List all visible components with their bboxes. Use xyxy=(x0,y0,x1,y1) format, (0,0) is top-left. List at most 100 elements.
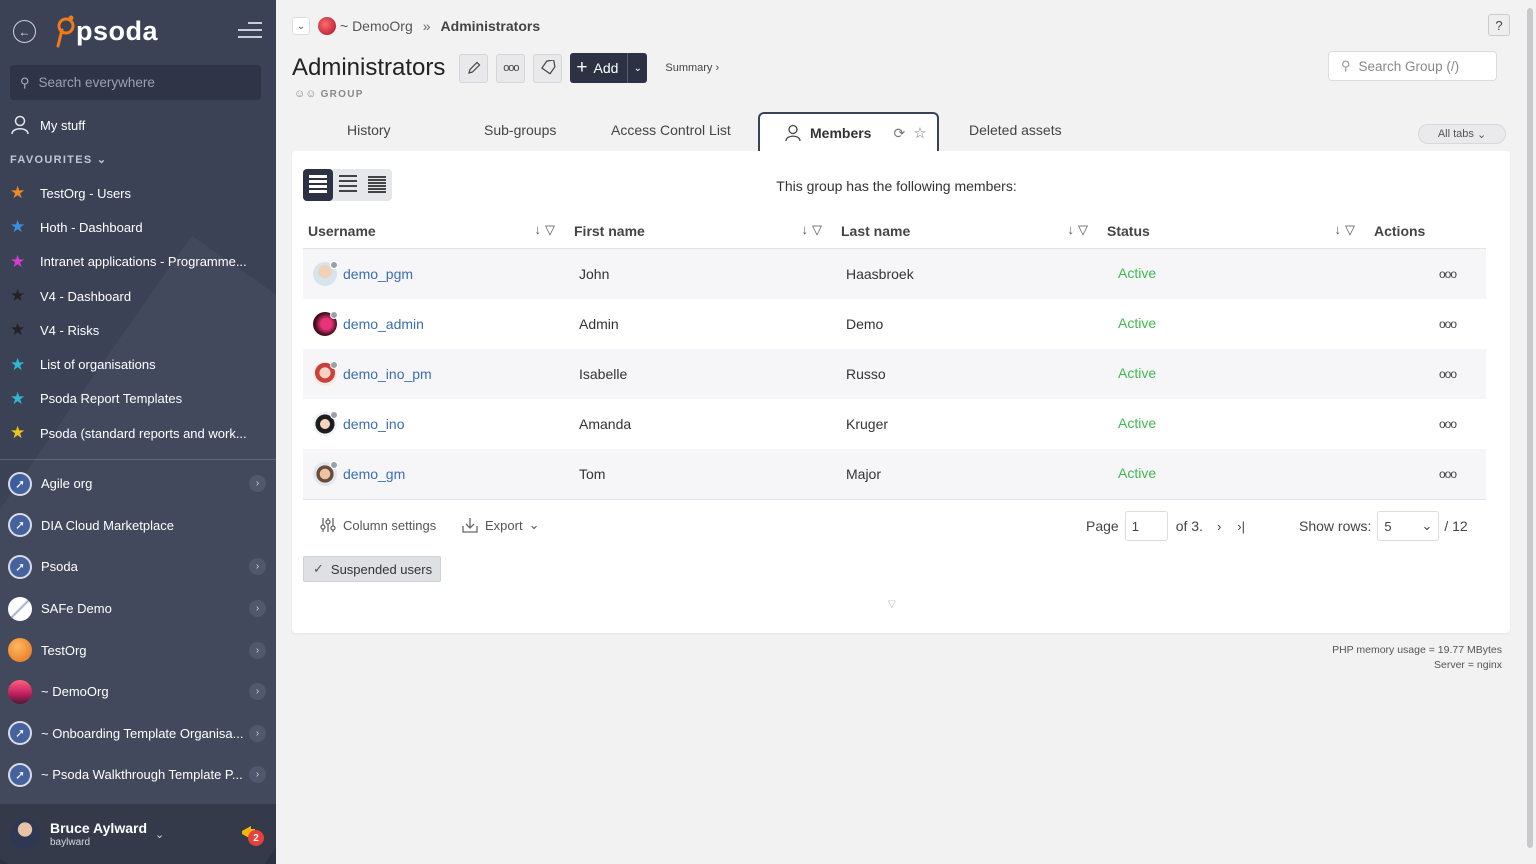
row-actions-button[interactable]: ooo xyxy=(1369,299,1486,349)
chevron-down-icon[interactable]: ⌄ xyxy=(627,53,647,83)
avatar xyxy=(313,361,338,386)
notification-count-badge: 2 xyxy=(248,830,264,846)
tab-deleted-assets[interactable]: Deleted assets xyxy=(969,122,1062,138)
collapse-menu-icon[interactable] xyxy=(238,22,262,40)
pagination: Page 1 of 3. › ›| xyxy=(1086,511,1245,541)
column-settings-button[interactable]: Column settings xyxy=(319,516,436,534)
breadcrumb-dropdown-icon[interactable]: ⌄ xyxy=(292,17,310,35)
main-content: ⌄ ~ DemoOrg » Administrators ? Administr… xyxy=(292,0,1510,864)
chevron-right-icon[interactable]: › xyxy=(249,683,266,701)
status-cell: Active xyxy=(1118,265,1157,281)
tab-access-control-list[interactable]: Access Control List xyxy=(611,122,731,138)
orange-circle-icon xyxy=(8,638,32,663)
members-intro-text: This group has the following members: xyxy=(776,178,1017,194)
org-item-psoda[interactable]: ➚ Psoda › xyxy=(8,546,270,588)
resize-handle-icon[interactable]: ▽ xyxy=(888,599,896,610)
org-item-demoorg[interactable]: ~ DemoOrg › xyxy=(8,671,270,713)
all-tabs-dropdown[interactable]: All tabs ⌄ xyxy=(1418,124,1506,144)
org-item-walkthrough-template[interactable]: ➚ ~ Psoda Walkthrough Template P... › xyxy=(8,754,270,796)
breadcrumb-org-link[interactable]: ~ DemoOrg xyxy=(340,18,413,34)
column-header-status[interactable]: Status ↓▽ xyxy=(1102,213,1369,249)
breadcrumb-separator: » xyxy=(422,18,431,34)
compass-icon: ➚ xyxy=(8,762,32,787)
tag-button[interactable] xyxy=(533,53,563,83)
column-header-username[interactable]: Username ↓▽ xyxy=(303,213,569,249)
chevron-right-icon[interactable]: › xyxy=(249,641,266,659)
chevron-right-icon[interactable]: › xyxy=(249,475,266,493)
compass-icon: ➚ xyxy=(8,513,32,538)
favourite-item[interactable]: ★ List of organisations xyxy=(10,347,265,381)
favourites-list: ★ TestOrg - Users ★ Hoth - Dashboard ★ Intr… xyxy=(10,176,265,450)
row-actions-button[interactable]: ooo xyxy=(1369,399,1486,449)
star-outline-icon[interactable]: ☆ xyxy=(913,124,926,142)
chevron-right-icon[interactable]: › xyxy=(249,766,266,784)
next-page-icon[interactable]: › xyxy=(1217,519,1221,534)
first-name-cell: Admin xyxy=(579,316,619,332)
back-arrow-icon[interactable]: ← xyxy=(13,20,36,43)
search-icon: ⚲ xyxy=(20,74,30,90)
sort-filter-icon[interactable]: ↓▽ xyxy=(1068,222,1093,238)
user-menu[interactable]: Bruce Aylward baylward ⌄ 2 xyxy=(0,804,276,864)
last-name-cell: Russo xyxy=(846,366,886,382)
row-actions-button[interactable]: ooo xyxy=(1369,449,1486,499)
org-item-agile-org[interactable]: ➚ Agile org › xyxy=(8,463,270,505)
avatar xyxy=(313,311,338,336)
page-scrollbar[interactable] xyxy=(1525,0,1536,864)
row-actions-button[interactable]: ooo xyxy=(1369,249,1486,299)
column-header-first-name[interactable]: First name ↓▽ xyxy=(569,213,836,249)
favourites-heading[interactable]: FAVOURITES ⌄ xyxy=(10,153,107,166)
favourite-item[interactable]: ★ V4 - Risks xyxy=(10,313,265,347)
breadcrumb-current[interactable]: Administrators xyxy=(441,18,541,34)
psoda-logo[interactable]: psoda xyxy=(50,14,158,48)
user-icon xyxy=(11,115,29,135)
sort-filter-icon[interactable]: ↓▽ xyxy=(802,222,827,238)
tab-sub-groups[interactable]: Sub-groups xyxy=(484,122,556,138)
favourite-item[interactable]: ★ V4 - Dashboard xyxy=(10,279,265,313)
last-page-icon[interactable]: ›| xyxy=(1237,519,1245,534)
tab-members[interactable]: Members ⟳ ☆ xyxy=(758,112,939,152)
table-footer: Column settings Export ⌄ Page 1 of 3. › … xyxy=(303,499,1486,549)
favourite-item[interactable]: ★ Psoda (standard reports and work... xyxy=(10,416,265,450)
chevron-right-icon[interactable]: › xyxy=(249,724,266,742)
refresh-icon[interactable]: ⟳ xyxy=(893,125,905,142)
page-number-input[interactable]: 1 xyxy=(1124,511,1168,541)
org-item-testorg[interactable]: TestOrg › xyxy=(8,629,270,671)
sort-filter-icon[interactable]: ↓▽ xyxy=(535,222,560,238)
org-item-onboarding-template[interactable]: ➚ ~ Onboarding Template Organisa... › xyxy=(8,713,270,755)
edit-button[interactable] xyxy=(459,53,489,83)
rows-per-page-select[interactable]: 5 ⌄ xyxy=(1377,511,1440,541)
export-dropdown[interactable]: Export ⌄ xyxy=(461,516,539,534)
add-button[interactable]: + Add ⌄ xyxy=(570,53,648,83)
help-button[interactable]: ? xyxy=(1488,14,1510,36)
org-item-dia-cloud[interactable]: ➚ DIA Cloud Marketplace xyxy=(8,505,270,547)
status-cell: Active xyxy=(1118,465,1157,481)
my-stuff-link[interactable]: My stuff xyxy=(10,112,85,138)
favourite-item[interactable]: ★ Hoth - Dashboard xyxy=(10,210,265,244)
breadcrumb: ⌄ ~ DemoOrg » Administrators xyxy=(292,14,540,38)
chevron-right-icon[interactable]: › xyxy=(249,600,266,618)
more-options-button[interactable]: ooo xyxy=(496,53,526,83)
sort-filter-icon[interactable]: ↓▽ xyxy=(1335,222,1360,238)
favourite-item[interactable]: ★ Intranet applications - Programme... xyxy=(10,245,265,279)
favourite-item[interactable]: ★ Psoda Report Templates xyxy=(10,382,265,416)
suspended-users-toggle[interactable]: ✓ Suspended users xyxy=(303,556,441,582)
org-item-safe-demo[interactable]: SAFe Demo › xyxy=(8,588,270,630)
row-actions-button[interactable]: ooo xyxy=(1369,349,1486,399)
tab-history[interactable]: History xyxy=(347,122,391,138)
sidebar-header: ← psoda xyxy=(0,0,276,62)
summary-link[interactable]: Summary › xyxy=(665,62,719,74)
tag-icon xyxy=(540,60,556,75)
global-search-input[interactable]: ⚲ Search everywhere xyxy=(10,65,261,100)
sunset-circle-icon xyxy=(8,679,32,704)
favourite-item[interactable]: ★ TestOrg - Users xyxy=(10,176,265,210)
first-name-cell: Tom xyxy=(579,466,606,482)
chevron-right-icon[interactable]: › xyxy=(249,558,266,576)
search-group-input[interactable]: ⚲ Search Group (/) xyxy=(1328,51,1497,81)
chevron-down-icon: ⌄ xyxy=(1421,518,1433,533)
column-header-last-name[interactable]: Last name ↓▽ xyxy=(836,213,1102,249)
username-cell: demo_admin xyxy=(303,299,569,349)
notifications-button[interactable]: 2 xyxy=(240,824,264,846)
avatar xyxy=(10,819,40,849)
column-header-actions: Actions xyxy=(1374,222,1426,239)
first-name-cell: Isabelle xyxy=(579,366,628,382)
